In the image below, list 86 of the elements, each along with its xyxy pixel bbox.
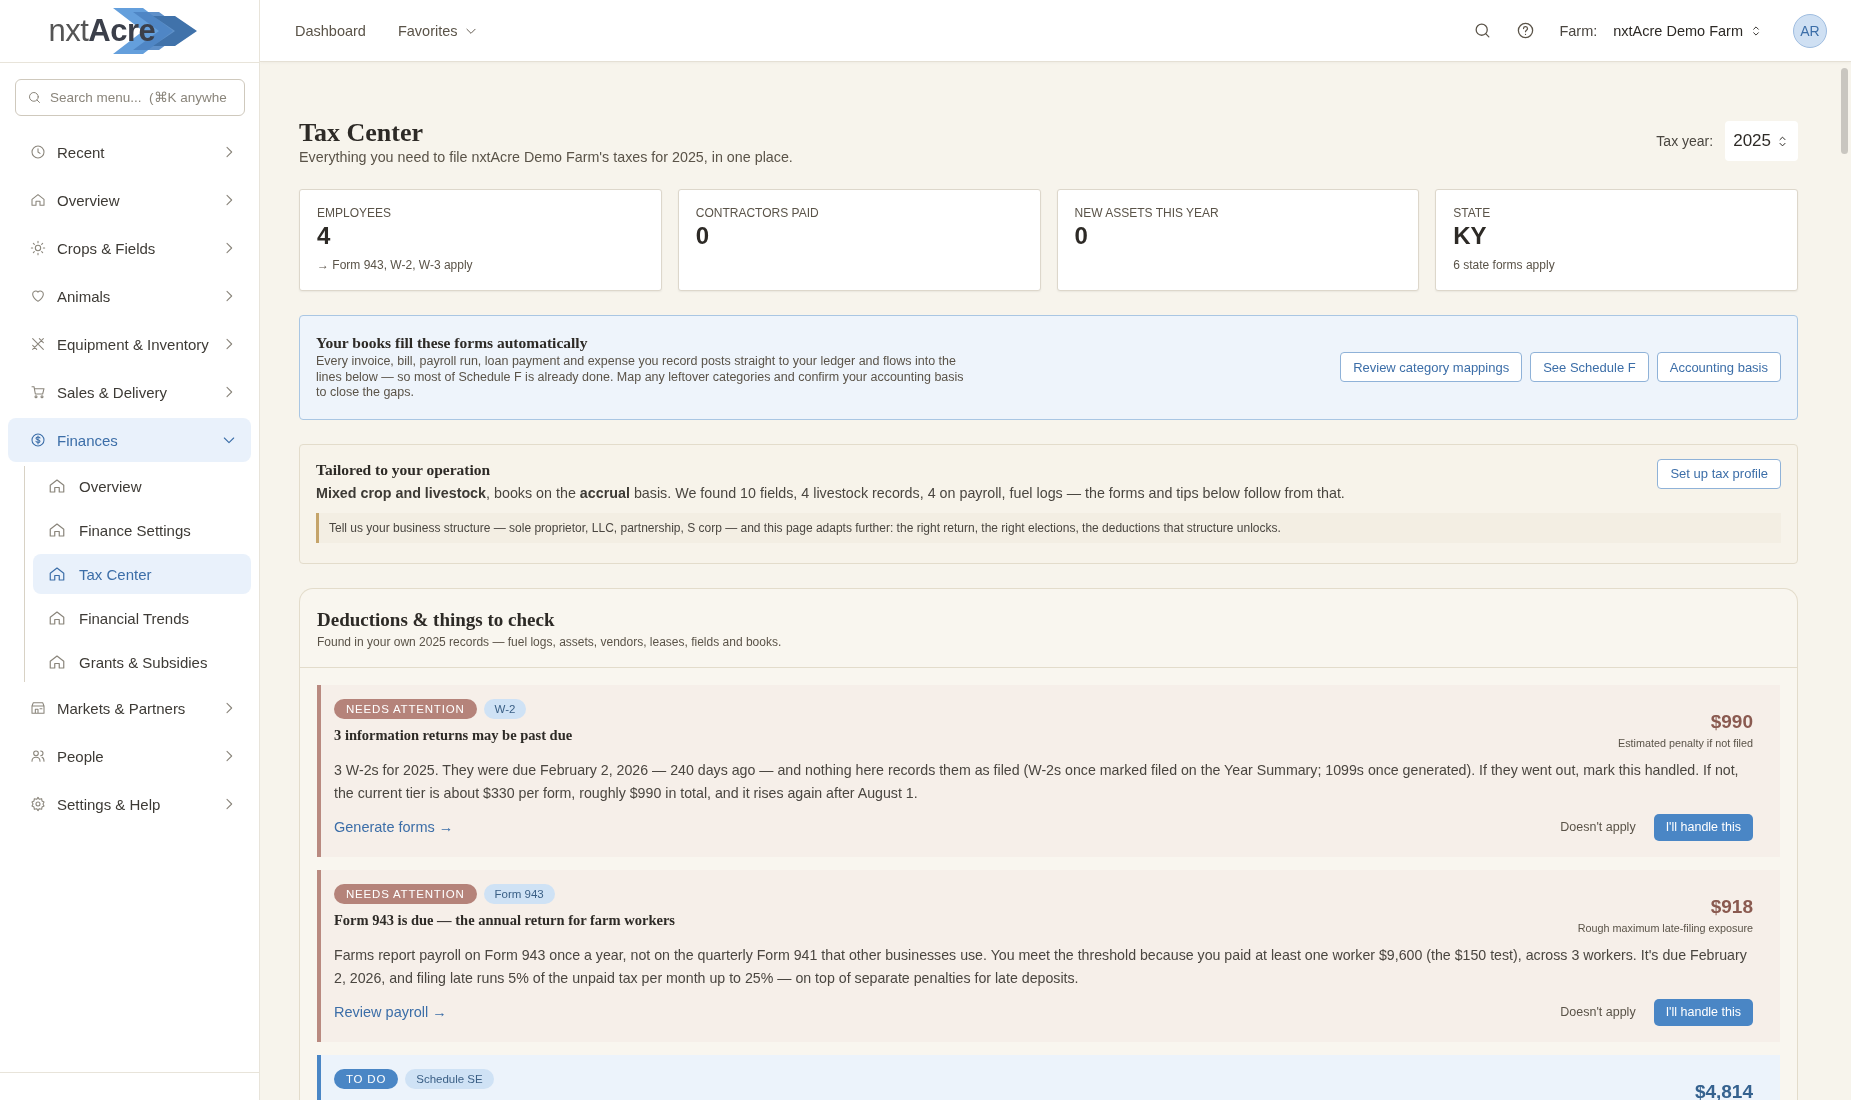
sidebar-item[interactable]: Sales & Delivery	[8, 370, 251, 414]
help-icon	[1516, 21, 1536, 40]
handle-button[interactable]: I'll handle this	[1653, 813, 1753, 841]
house-icon	[48, 521, 66, 539]
form-tag: Schedule SE	[405, 1068, 494, 1089]
house-icon	[48, 609, 66, 627]
sidebar-subitem[interactable]: Grants & Subsidies	[33, 642, 251, 682]
deduction-text: Farms report payroll on Form 943 once a year, not on the quarterly Form 941 that other businesses use. You meet the threshold because you paid at least one worker $9,600 (the $150 test), across 3 workers. It's due February 2, 2026, and filing late runs 5% of the unpaid tax per month up to 25% — on top of separate penalties for late deposits.	[334, 945, 1748, 988]
tools-icon	[30, 336, 46, 352]
sidebar-item[interactable]: Finances	[8, 418, 251, 462]
dollar-icon	[30, 432, 46, 448]
panel-title: Tailored to your operation	[316, 460, 492, 479]
sidebar-item[interactable]: Overview	[8, 178, 251, 222]
sidebar-subitem[interactable]: Finance Settings	[33, 510, 251, 550]
dismiss-button[interactable]: Doesn't apply	[1554, 1004, 1642, 1020]
section-title: Deductions & things to check	[317, 608, 556, 631]
banner-button[interactable]: Review category mappings	[1340, 352, 1523, 383]
action-link[interactable]: Review payroll →	[334, 1004, 1555, 1020]
stat-label: NEW ASSETS THIS YEAR	[1074, 206, 1220, 220]
clock-icon	[30, 144, 46, 160]
sidebar-subitem[interactable]: Financial Trends	[33, 598, 251, 638]
sun-icon	[30, 240, 46, 256]
stat-value: 0	[695, 222, 711, 250]
search-icon	[27, 90, 42, 105]
amount: $918	[1709, 895, 1753, 918]
deduction-title: 3 information returns may be past due	[334, 726, 574, 744]
sidebar-item[interactable]: Animals	[8, 274, 251, 318]
tax-year-label: Tax year:	[1656, 133, 1714, 149]
sidebar-item[interactable]: People	[8, 734, 251, 778]
page-subtitle: Everything you need to file nxtAcre Demo Farm's taxes for 2025, in one place.	[299, 149, 794, 165]
stat-note: → Form 943, W-2, W-3 apply	[317, 258, 474, 272]
stat-label: CONTRACTORS PAID	[695, 206, 820, 220]
sidebar-subitem[interactable]: Tax Center	[33, 554, 251, 594]
scrollbar[interactable]	[1841, 68, 1848, 154]
sidebar-item[interactable]: Crops & Fields	[8, 226, 251, 270]
sidebar-item[interactable]: Recent	[8, 130, 251, 174]
amount-note: Estimated penalty if not filed	[1617, 736, 1753, 749]
dismiss-button[interactable]: Doesn't apply	[1554, 819, 1642, 835]
stat-label: STATE	[1453, 206, 1492, 220]
house-icon	[48, 565, 66, 583]
help-button[interactable]	[1516, 21, 1536, 40]
handle-button[interactable]: I'll handle this	[1653, 998, 1753, 1026]
structure-hint: Tell us your business structure — sole proprietor, LLC, partnership, S corp — and this page adapts further: the right return, the right elections, the deductions that structure unlocks.	[316, 512, 1781, 543]
amount: $4,814	[1694, 1080, 1753, 1100]
nav-link[interactable]: Dashboard	[295, 22, 366, 39]
people-icon	[30, 748, 46, 764]
status-badge: NEEDS ATTENTION	[334, 698, 477, 719]
status-badge: NEEDS ATTENTION	[334, 883, 477, 904]
stat-value: 0	[1074, 222, 1089, 250]
form-tag: W-2	[483, 698, 527, 719]
banner-button[interactable]: See Schedule F	[1530, 352, 1649, 383]
stat-value: KY	[1453, 222, 1488, 250]
amount: $990	[1709, 710, 1753, 733]
gear-icon	[30, 796, 46, 812]
operation-summary: Mixed crop and livestock, books on the accrual basis. We found 10 fields, 4 livestock records, 4 on payroll, fuel logs — the forms and tips below follow from that.	[316, 484, 1346, 501]
banner-text: Every invoice, bill, payroll run, loan payment and expense you record posts straight to your ledger and flows into the lines below — so most of Schedule F is already done. Map any leftover categories and confirm your accounting basis to close the gaps.	[316, 354, 965, 401]
tax-profile-button[interactable]: Set up tax profile	[1657, 458, 1781, 489]
farm-selector[interactable]: nxtAcre Demo Farm	[1613, 22, 1763, 39]
sidebar-item[interactable]: Settings & Help	[8, 782, 251, 826]
banner-button[interactable]: Accounting basis	[1656, 352, 1781, 383]
house-icon	[30, 192, 46, 208]
banner-title: Your books fill these forms automatically	[316, 334, 589, 352]
page-title: Tax Center	[299, 118, 424, 148]
house-icon	[48, 653, 66, 671]
user-avatar[interactable]: AR	[1793, 13, 1827, 48]
search-field[interactable]: Search menu... (⌘K anywhe	[15, 79, 245, 116]
action-link[interactable]: Generate forms →	[334, 819, 1555, 835]
store-icon	[30, 700, 46, 716]
sidebar-item[interactable]: Markets & Partners	[8, 686, 251, 730]
stat-label: EMPLOYEES	[317, 206, 393, 220]
heart-icon	[30, 288, 46, 304]
tax-year-select[interactable]: 2025	[1725, 121, 1798, 161]
stat-value: 4	[317, 222, 332, 250]
stat-note: 6 state forms apply	[1453, 258, 1556, 272]
section-subtitle: Found in your own 2025 records — fuel logs, assets, vendors, leases, fields and books.	[317, 634, 783, 649]
favorites-menu[interactable]: Favorites	[397, 22, 478, 39]
deduction-text: 3 W-2s for 2025. They were due February 2, 2026 — 240 days ago — and nothing here records them as filed (W-2s once marked filed on the Year Summary; 1099s once generated). If they went out, mark this handled. If not, the current tier is about $330 per form, roughly $990 in total, and it rises again after August 1.	[334, 760, 1740, 803]
house-icon	[48, 477, 66, 495]
farm-label: Farm:	[1559, 22, 1598, 39]
deduction-title: Form 943 is due — the annual return for farm workers	[334, 911, 676, 929]
cart-icon	[30, 384, 46, 400]
sidebar-item[interactable]: Equipment & Inventory	[8, 322, 251, 366]
form-tag: Form 943	[483, 883, 555, 904]
status-badge: TO DO	[334, 1068, 399, 1089]
sidebar-subitem[interactable]: Overview	[33, 466, 251, 506]
amount-note: Rough maximum late-filing exposure	[1577, 921, 1753, 934]
